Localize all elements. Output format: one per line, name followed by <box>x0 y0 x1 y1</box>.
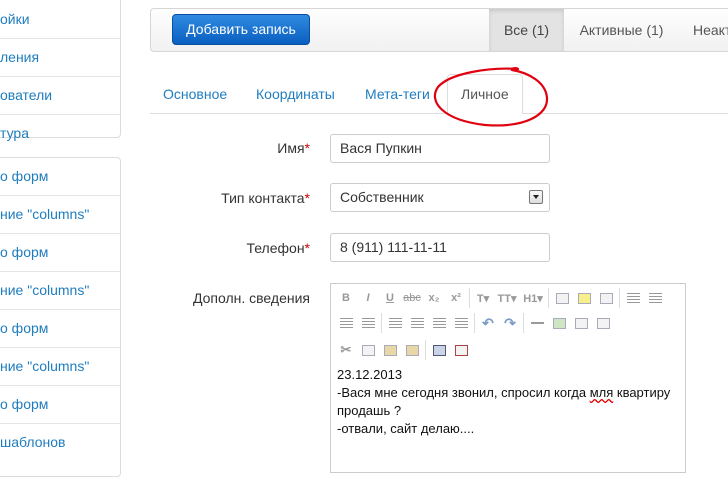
sidebar-menu-top: ойки ления ователи тура <box>0 0 121 141</box>
name-label: Имя* <box>160 140 310 156</box>
editor-text-span: -Вася мне сегодня звонил, спросил когда <box>337 385 590 400</box>
editor-toolbar-row-3: ✂ <box>335 339 472 361</box>
toolbar-separator <box>523 313 524 333</box>
subscript-icon[interactable]: x₂ <box>423 287 445 309</box>
contact-type-label-text: Тип контакта <box>221 190 305 206</box>
required-mark: * <box>304 240 310 256</box>
redo-icon[interactable]: ↷ <box>499 312 521 334</box>
filter-all-tab[interactable]: Все (1) <box>489 9 564 51</box>
copy-icon[interactable] <box>357 339 379 361</box>
sidebar-item[interactable]: о форм <box>0 158 120 196</box>
indent-icon[interactable] <box>357 312 379 334</box>
bold-icon[interactable]: B <box>335 287 357 309</box>
paste-icon[interactable] <box>379 339 401 361</box>
underline-icon[interactable]: U <box>379 287 401 309</box>
rich-text-editor[interactable]: B I U abc x₂ x² T▾ TT▾ H1▾ ↶ ↷ ✂ 23.12.2… <box>330 283 686 473</box>
sidebar-item[interactable]: ователи <box>0 77 120 115</box>
cut-icon[interactable]: ✂ <box>335 339 357 361</box>
font-family-icon[interactable]: T▾ <box>472 287 494 309</box>
undo-icon[interactable]: ↶ <box>477 312 499 334</box>
toolbar-separator <box>381 313 382 333</box>
hand-drawn-circle-annotation <box>433 67 549 127</box>
horizontal-rule-icon[interactable] <box>526 312 548 334</box>
bulleted-list-icon[interactable] <box>622 287 644 309</box>
spellcheck-word: мля <box>589 385 614 400</box>
align-justify-icon[interactable] <box>450 312 472 334</box>
name-field[interactable]: Вася Пупкин <box>330 134 550 163</box>
contact-type-select[interactable]: Собственник <box>330 183 550 212</box>
outdent-icon[interactable] <box>335 312 357 334</box>
toolbar-separator <box>619 288 620 308</box>
heading-icon[interactable]: H1▾ <box>520 287 546 309</box>
filter-active-tab[interactable]: Активные (1) <box>564 9 679 51</box>
italic-icon[interactable]: I <box>357 287 379 309</box>
add-record-button[interactable]: Добавить запись <box>172 14 310 45</box>
contact-type-label: Тип контакта* <box>160 190 310 206</box>
align-right-icon[interactable] <box>428 312 450 334</box>
highlight-icon[interactable] <box>573 287 595 309</box>
align-center-icon[interactable] <box>406 312 428 334</box>
tab-coordinates[interactable]: Координаты <box>243 74 348 114</box>
sidebar-item[interactable]: шаблонов <box>0 424 120 461</box>
toolbar-separator <box>548 288 549 308</box>
numbered-list-icon[interactable] <box>644 287 666 309</box>
clear-format-icon[interactable] <box>595 287 617 309</box>
filter-inactive-tab[interactable]: Неакт <box>679 9 728 51</box>
toolbar-separator <box>474 313 475 333</box>
image-icon[interactable] <box>548 312 570 334</box>
editor-content[interactable]: 23.12.2013 -Вася мне сегодня звонил, спр… <box>337 366 682 438</box>
tab-main[interactable]: Основное <box>150 74 240 114</box>
editor-toolbar-row-2: ↶ ↷ <box>335 312 614 334</box>
records-toolbar: Добавить запись Все (1) Активные (1) Неа… <box>150 8 728 52</box>
text-color-icon[interactable] <box>551 287 573 309</box>
contact-type-value: Собственник <box>340 189 424 205</box>
sidebar-item[interactable]: о форм <box>0 310 120 348</box>
superscript-icon[interactable]: x² <box>445 287 467 309</box>
required-mark: * <box>304 140 310 156</box>
sidebar-item[interactable]: о форм <box>0 234 120 272</box>
dropdown-arrow-icon[interactable] <box>529 190 543 204</box>
sidebar-item[interactable]: ние "columns" <box>0 348 120 386</box>
extra-info-label: Дополн. сведения <box>192 290 310 306</box>
paste-text-icon[interactable] <box>401 339 423 361</box>
toolbar-separator <box>425 340 426 360</box>
print-icon[interactable] <box>428 339 450 361</box>
editor-toolbar-row-1: B I U abc x₂ x² T▾ TT▾ H1▾ <box>335 287 666 309</box>
sidebar-item[interactable]: ние "columns" <box>0 272 120 310</box>
editor-line: 23.12.2013 <box>337 367 403 382</box>
sidebar-menu-bottom: о форм ние "columns" о форм ние "columns… <box>0 157 121 477</box>
phone-label: Телефон* <box>160 240 310 256</box>
editor-line: -Вася мне сегодня звонил, спросил когда … <box>337 384 682 402</box>
phone-label-text: Телефон <box>246 240 305 256</box>
editor-text-span: квартиру <box>613 385 671 400</box>
sidebar-item[interactable]: ойки <box>0 1 120 39</box>
editor-line: -отвали, сайт делаю.... <box>337 421 475 436</box>
phone-field[interactable]: 8 (911) 111-11-11 <box>330 233 550 262</box>
link-icon[interactable] <box>570 312 592 334</box>
required-mark: * <box>304 190 310 206</box>
sidebar-item[interactable]: тура <box>0 115 120 152</box>
sidebar-item[interactable]: ние "columns" <box>0 196 120 234</box>
unlink-icon[interactable] <box>592 312 614 334</box>
align-left-icon[interactable] <box>384 312 406 334</box>
font-size-icon[interactable]: TT▾ <box>494 287 520 309</box>
toolbar-separator <box>469 288 470 308</box>
source-code-icon[interactable] <box>450 339 472 361</box>
name-label-text: Имя <box>277 140 305 156</box>
sidebar-item[interactable]: ления <box>0 39 120 77</box>
strikethrough-icon[interactable]: abc <box>401 287 423 309</box>
sidebar-item[interactable]: о форм <box>0 386 120 424</box>
editor-line: продашь ? <box>337 403 402 418</box>
